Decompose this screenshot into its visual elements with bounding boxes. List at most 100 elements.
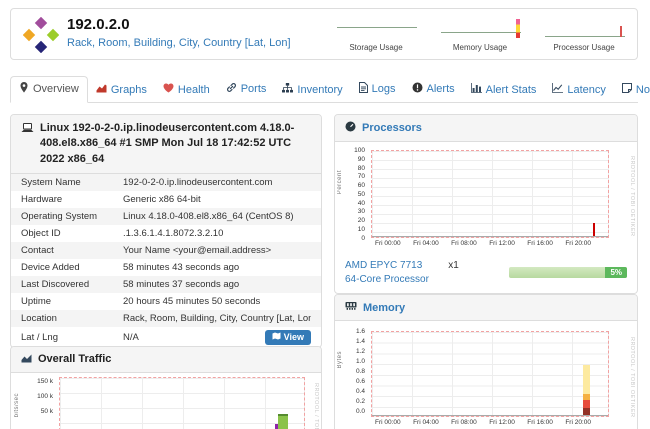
tab-ports[interactable]: Ports	[218, 77, 275, 102]
tick-label: Fri 08:00	[451, 420, 477, 427]
tab-alert-stats[interactable]: Alert Stats	[463, 78, 545, 102]
info-label: Operating System	[21, 211, 123, 222]
info-row-os: Operating System Linux 4.18.0-408.el8.x8…	[11, 208, 321, 225]
info-value: Linux 4.18.0-408.el8.x86_64 (CentOS 8)	[123, 211, 294, 222]
device-info-card: Linux 192-0-2-0.ip.linodeusercontent.com…	[10, 114, 322, 348]
cpu-usage-percent: 5%	[605, 267, 627, 278]
processor-gauge-icon	[345, 121, 356, 135]
exclamation-circle-icon	[412, 82, 423, 96]
info-value: N/A	[123, 332, 139, 343]
tick-label: Fri 12:00	[489, 420, 515, 427]
processors-title: Processors	[362, 122, 422, 134]
tick-label: Fri 00:00	[375, 241, 401, 248]
tick-label: 0.6	[356, 379, 365, 386]
tab-overview[interactable]: Overview	[10, 76, 88, 103]
tab-inventory[interactable]: Inventory	[274, 78, 350, 102]
processor-spark-line	[545, 36, 626, 37]
device-title: 192.0.2.0	[67, 16, 291, 33]
rrdtool-watermark: RRDTOOL / TOBI OETIKER	[629, 156, 635, 236]
device-overview-page: 192.0.2.0 Rack, Room, Building, City, Co…	[0, 0, 650, 429]
tab-alerts[interactable]: Alerts	[404, 77, 463, 102]
info-label: Device Added	[21, 262, 123, 273]
cpu-usage-spike	[593, 223, 595, 236]
processors-graph[interactable]: Percent 1009080706050403020100 Fri 00:00…	[335, 142, 637, 254]
tab-latency-label: Latency	[567, 84, 606, 96]
info-value: 58 minutes 37 seconds ago	[123, 279, 239, 290]
tab-graphs[interactable]: Graphs	[88, 78, 155, 102]
processors-header[interactable]: Processors	[335, 115, 637, 142]
info-value: 20 hours 45 minutes 50 seconds	[123, 296, 260, 307]
tick-label: 10	[358, 227, 365, 234]
tick-label: Fri 04:00	[413, 420, 439, 427]
memory-usage-label: Memory Usage	[453, 43, 507, 52]
tab-logs-label: Logs	[372, 83, 396, 95]
info-value: Generic x86 64-bit	[123, 194, 201, 205]
overall-traffic-graph[interactable]: bits/sec 150 k100 k50 k RRDTOOL / TOBI O…	[11, 373, 321, 429]
processors-card: Processors Percent 100908070605040302010…	[334, 114, 638, 294]
link-icon	[226, 82, 237, 96]
processors-y-axis: 1009080706050403020100	[343, 148, 365, 242]
traffic-plot	[59, 377, 305, 429]
info-label: Uptime	[21, 296, 123, 307]
tick-label: 70	[358, 174, 365, 181]
tab-health[interactable]: Health	[155, 78, 218, 102]
header-mini-graphs: Storage Usage Memory Usage Processor Usa…	[329, 14, 631, 52]
memory-usage-sparkline[interactable]	[433, 14, 527, 42]
processors-plot	[371, 150, 609, 238]
tab-latency[interactable]: Latency	[544, 78, 614, 102]
memory-plot	[371, 331, 609, 417]
info-label: Contact	[21, 245, 123, 256]
processor-list-row: AMD EPYC 7713 x1 64-Core Processor 5%	[335, 254, 637, 293]
memory-graph[interactable]: Bytes 1.61.41.21.00.80.60.40.20.0 Fri 00…	[335, 321, 637, 429]
tick-label: 90	[358, 157, 365, 164]
overall-traffic-card: Overall Traffic bits/sec 150 k100 k50 k …	[10, 346, 322, 429]
overall-traffic-title: Overall Traffic	[38, 353, 111, 365]
processor-spark-spike	[620, 26, 622, 37]
device-info-header: Linux 192-0-2-0.ip.linodeusercontent.com…	[11, 115, 321, 174]
processor-usage-label: Processor Usage	[553, 43, 614, 52]
memory-spark-bar	[516, 19, 520, 38]
storage-usage-label: Storage Usage	[349, 43, 402, 52]
storage-usage-sparkline[interactable]	[329, 14, 423, 42]
info-value: Your Name <your@email.address>	[123, 245, 271, 256]
tab-notes-label: Notes	[636, 84, 650, 96]
info-label: Location	[21, 313, 123, 324]
tick-label: 50 k	[41, 409, 53, 416]
memory-header[interactable]: Memory	[335, 295, 637, 321]
mini-processor: Processor Usage	[537, 14, 631, 52]
cpu-usage-bar: 5%	[509, 267, 627, 278]
overall-traffic-header: Overall Traffic	[11, 347, 321, 373]
tick-label: Fri 16:00	[527, 241, 553, 248]
tick-label: 0.0	[356, 409, 365, 416]
info-label: Object ID	[21, 228, 123, 239]
area-chart-icon	[96, 83, 107, 96]
info-label: Hardware	[21, 194, 123, 205]
view-map-button[interactable]: View	[265, 330, 311, 345]
device-tabs: Overview Graphs Health Ports Inventory L…	[10, 74, 638, 103]
info-row-location: Location Rack, Room, Building, City, Cou…	[11, 310, 321, 327]
device-location-link[interactable]: Rack, Room, Building, City, Country [Lat…	[67, 37, 291, 49]
tab-ports-label: Ports	[241, 83, 267, 95]
info-row-system-name: System Name 192-0-2-0.ip.linodeuserconte…	[11, 174, 321, 191]
memory-stick-icon	[345, 301, 357, 314]
info-value: Rack, Room, Building, City, Country [Lat…	[123, 313, 311, 324]
device-title-block: 192.0.2.0 Rack, Room, Building, City, Co…	[67, 16, 291, 49]
tick-label: 80	[358, 166, 365, 173]
processor-usage-sparkline[interactable]	[537, 14, 631, 42]
info-row-contact: Contact Your Name <your@email.address>	[11, 242, 321, 259]
tick-label: 0	[361, 236, 365, 243]
tick-label: 1.0	[356, 359, 365, 366]
info-value: 192-0-2-0.ip.linodeusercontent.com	[123, 177, 272, 188]
info-row-uptime: Uptime 20 hours 45 minutes 50 seconds	[11, 293, 321, 310]
info-row-object-id: Object ID .1.3.6.1.4.1.8072.3.2.10	[11, 225, 321, 242]
tick-label: 60	[358, 183, 365, 190]
tick-label: 0.4	[356, 389, 365, 396]
tick-label: Fri 00:00	[375, 420, 401, 427]
tab-notes[interactable]: Notes	[614, 78, 650, 102]
cpu-name-link[interactable]: AMD EPYC 7713	[345, 259, 422, 273]
info-label: System Name	[21, 177, 123, 188]
cpu-subtitle-link[interactable]: 64-Core Processor	[345, 273, 459, 287]
tab-logs[interactable]: Logs	[351, 77, 404, 102]
info-value: .1.3.6.1.4.1.8072.3.2.10	[123, 228, 223, 239]
memory-x-axis: Fri 00:00Fri 04:00Fri 08:00Fri 12:00Fri …	[375, 420, 591, 427]
